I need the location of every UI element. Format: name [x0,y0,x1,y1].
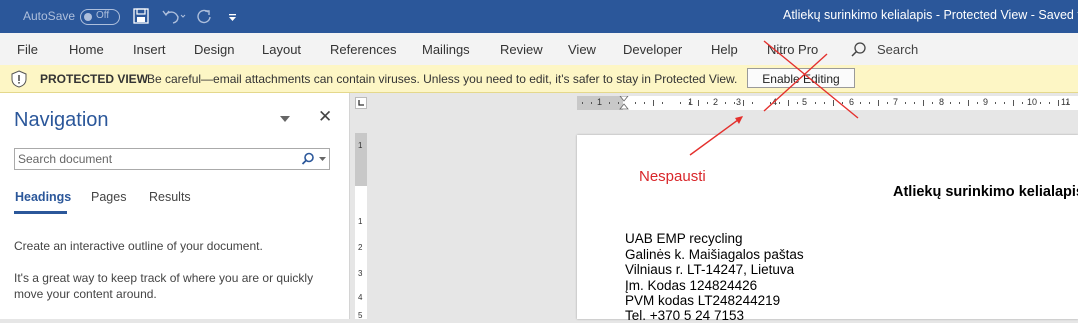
arrow-head-icon [735,116,743,124]
annotation-label: Nespausti [639,168,706,185]
cross-out-line-icon [763,53,828,112]
annotation-overlay [689,40,859,156]
arrow-line-icon [689,116,743,156]
cross-out-line-icon [763,40,859,119]
